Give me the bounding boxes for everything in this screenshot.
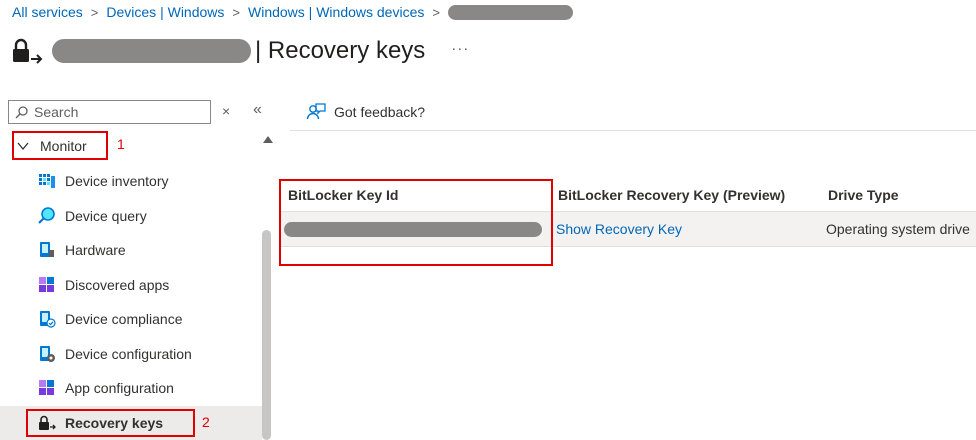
search-icon: [15, 105, 28, 119]
redacted-device-name: [447, 4, 573, 20]
sidebar-item-label: Hardware: [65, 242, 126, 259]
sidebar-item-label: Discovered apps: [65, 276, 170, 293]
scroll-up-arrow-icon[interactable]: [263, 136, 273, 143]
breadcrumb-separator: >: [90, 4, 99, 20]
breadcrumb: All services > Devices | Windows > Windo…: [12, 3, 573, 21]
column-header-recovery-key[interactable]: BitLocker Recovery Key (Preview): [550, 187, 820, 203]
breadcrumb-separator: >: [232, 4, 240, 20]
sidebar-item-label: Recovery keys: [65, 414, 164, 431]
nav-group-label: Monitor: [40, 138, 87, 154]
sidebar-scrollbar[interactable]: [262, 230, 271, 440]
sidebar-item-label: Device query: [65, 207, 147, 224]
recovery-keys-icon: [38, 414, 56, 432]
search-input[interactable]: [34, 104, 194, 120]
feedback-label: Got feedback?: [334, 104, 426, 120]
hardware-icon: [38, 241, 56, 259]
device-compliance-icon: [38, 310, 56, 328]
device-inventory-icon: [38, 172, 56, 190]
sidebar-item-device-inventory[interactable]: Device inventory: [0, 164, 262, 199]
discovered-apps-icon: [38, 276, 56, 294]
sidebar-item-device-configuration[interactable]: Device configuration: [0, 337, 262, 372]
breadcrumb-separator: >: [432, 4, 440, 20]
more-options-button[interactable]: ···: [451, 40, 469, 57]
sidebar-item-app-configuration[interactable]: App configuration: [0, 371, 262, 406]
device-query-icon: [38, 206, 56, 225]
sidebar-nav: Monitor Device inventory Device query Ha…: [0, 128, 262, 440]
sidebar-item-discovered-apps[interactable]: Discovered apps: [0, 268, 262, 303]
feedback-button[interactable]: Got feedback?: [306, 100, 425, 124]
recovery-keys-lock-icon: [10, 34, 46, 68]
clear-search-button[interactable]: ×: [222, 103, 230, 119]
annotation-number-2: 2: [202, 414, 210, 430]
sidebar-item-label: Device inventory: [65, 173, 169, 190]
collapse-menu-button[interactable]: «: [253, 101, 262, 119]
chevron-down-icon: [17, 142, 29, 151]
app-configuration-icon: [38, 379, 56, 397]
feedback-icon: [306, 103, 326, 120]
device-configuration-icon: [38, 345, 56, 363]
annotation-number-1: 1: [117, 136, 125, 152]
sidebar-item-recovery-keys[interactable]: Recovery keys: [0, 405, 262, 440]
toolbar-divider: [290, 130, 976, 131]
column-header-drive-type[interactable]: Drive Type: [820, 187, 976, 203]
breadcrumb-all-services[interactable]: All services: [12, 4, 83, 20]
column-header-key-id[interactable]: BitLocker Key Id: [280, 187, 550, 203]
cell-drive-type: Operating system drive: [826, 221, 970, 237]
redacted-device-title: [52, 39, 251, 63]
table-header: BitLocker Key Id BitLocker Recovery Key …: [280, 178, 976, 212]
redacted-key-id: [284, 222, 542, 238]
search-box[interactable]: [8, 100, 211, 124]
breadcrumb-devices-windows[interactable]: Devices | Windows: [106, 4, 224, 20]
page-title: | Recovery keys: [255, 37, 426, 64]
table-row[interactable]: Show Recovery Key Operating system drive: [280, 212, 976, 247]
sidebar-item-label: App configuration: [65, 380, 174, 397]
cell-recovery-key: Show Recovery Key: [548, 221, 818, 237]
sidebar-item-label: Device compliance: [65, 311, 183, 328]
sidebar-item-label: Device configuration: [65, 345, 192, 362]
breadcrumb-windows-devices[interactable]: Windows | Windows devices: [248, 4, 424, 20]
sidebar-item-device-query[interactable]: Device query: [0, 199, 262, 234]
show-recovery-key-link[interactable]: Show Recovery Key: [556, 221, 682, 237]
page-header: | Recovery keys ···: [10, 34, 469, 68]
nav-group-monitor[interactable]: Monitor: [0, 128, 262, 164]
sidebar-item-device-compliance[interactable]: Device compliance: [0, 302, 262, 337]
sidebar-item-hardware[interactable]: Hardware: [0, 233, 262, 268]
recovery-keys-table: BitLocker Key Id BitLocker Recovery Key …: [280, 178, 976, 247]
cell-key-id: [280, 221, 550, 238]
